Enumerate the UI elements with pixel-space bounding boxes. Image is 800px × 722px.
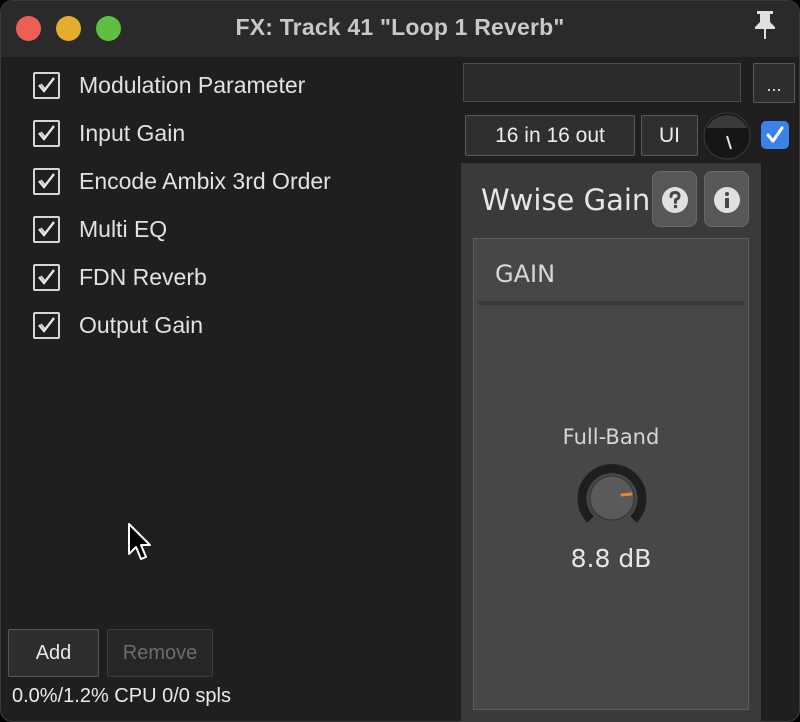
preset-field[interactable]: [463, 63, 741, 102]
info-button[interactable]: [704, 171, 749, 227]
gain-section-header: GAIN: [478, 243, 744, 305]
cpu-status: 0.0%/1.2% CPU 0/0 spls: [12, 685, 231, 707]
plugin-panel: Wwise Gain GAIN Full-Band 8.8 dB: [461, 163, 761, 721]
io-routing-button[interactable]: 16 in 16 out: [465, 115, 635, 156]
fx-item-fdn-reverb[interactable]: FDN Reverb: [33, 263, 433, 293]
knob-label: Full-Band: [562, 425, 660, 449]
plugin-name: Wwise Gain: [481, 183, 651, 217]
fx-window: FX: Track 41 "Loop 1 Reverb" Modulation …: [0, 0, 800, 722]
fx-item-label: FDN Reverb: [79, 264, 207, 290]
wet-dry-knob[interactable]: [702, 111, 752, 161]
title-bar[interactable]: FX: Track 41 "Loop 1 Reverb": [1, 1, 799, 57]
fx-enable-checkbox[interactable]: [33, 168, 60, 195]
pin-icon[interactable]: [751, 7, 779, 41]
fx-item-label: Encode Ambix 3rd Order: [79, 168, 331, 194]
fx-item-multi-eq[interactable]: Multi EQ: [33, 215, 433, 245]
fx-enable-checkbox[interactable]: [33, 216, 60, 243]
full-band-gain-knob[interactable]: [576, 462, 648, 534]
fx-enable-checkbox[interactable]: [33, 120, 60, 147]
more-options-button[interactable]: ...: [753, 63, 795, 103]
plugin-enable-checkbox[interactable]: [761, 121, 789, 149]
fx-item-output-gain[interactable]: Output Gain: [33, 311, 433, 341]
remove-fx-button[interactable]: Remove: [107, 629, 213, 677]
fx-enable-checkbox[interactable]: [33, 72, 60, 99]
fx-item-label: Modulation Parameter: [79, 72, 306, 98]
fx-item-label: Multi EQ: [79, 216, 168, 242]
add-fx-button[interactable]: Add: [8, 629, 99, 677]
ui-toggle-button[interactable]: UI: [641, 115, 698, 156]
fx-item-encode-ambix[interactable]: Encode Ambix 3rd Order: [33, 167, 433, 197]
gain-section: GAIN Full-Band 8.8 dB: [473, 238, 749, 710]
fx-item-label: Output Gain: [79, 312, 204, 338]
help-button[interactable]: [652, 171, 697, 227]
window-title: FX: Track 41 "Loop 1 Reverb": [235, 14, 565, 40]
fx-item-label: Input Gain: [79, 120, 186, 146]
fx-item-input-gain[interactable]: Input Gain: [33, 119, 433, 149]
fx-enable-checkbox[interactable]: [33, 264, 60, 291]
gain-value: 8.8 dB: [570, 544, 652, 573]
fx-item-modulation-parameter[interactable]: Modulation Parameter: [33, 71, 433, 101]
section-title: GAIN: [495, 260, 556, 288]
fx-enable-checkbox[interactable]: [33, 312, 60, 339]
mouse-cursor-icon: [127, 522, 153, 562]
